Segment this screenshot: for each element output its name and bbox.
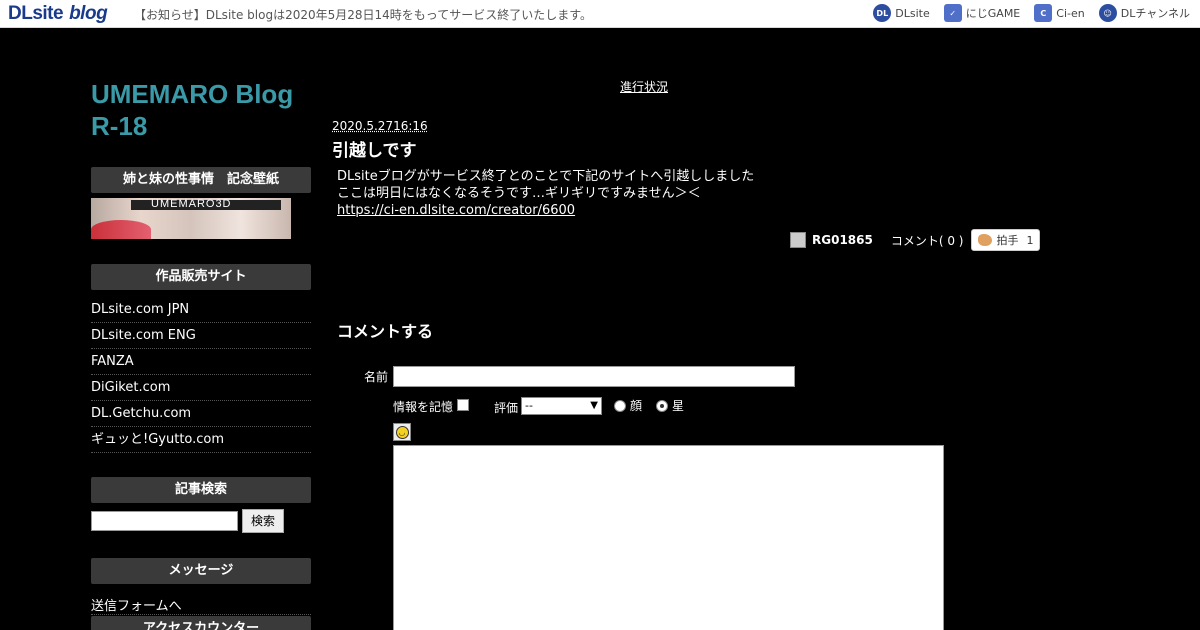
wallpaper-heading: 姉と妹の性事情 記念壁紙 [91,167,311,193]
top-links: DL DLsite ✓ にじGAME C Ci-en ☺ DLチャンネル [873,4,1190,22]
service-notice: 【お知らせ】DLsite blogは2020年5月28日14時をもってサービス終… [134,8,592,22]
clap-button[interactable]: 拍手 1 [971,229,1041,251]
sales-heading: 作品販売サイト [91,264,311,290]
post-line-2: ここは明日にはなくなるそうです…ギリギリですみません＞＜ [337,186,701,201]
nijigame-icon: ✓ [943,4,962,22]
logo-dlsite-text: DLsite [8,3,64,24]
search-button[interactable]: 検索 [242,509,284,533]
remember-checkbox[interactable] [457,398,470,411]
name-label: 名前 [364,370,389,384]
status-link[interactable]: 進行状況 [620,78,668,95]
dlsite-blog-logo[interactable]: DLsite blog [8,3,108,25]
radio-star[interactable] [656,399,669,412]
banner-figure [91,220,151,239]
rating-type: 顔 星 [614,397,684,414]
comment-count[interactable]: コメント( 0 ) [891,232,964,249]
smiley-icon: ◡ [395,425,409,439]
blog-title[interactable]: UMEMARO Blog R-18 [91,78,321,142]
cien-icon: C [1034,4,1053,22]
message-heading: メッセージ [91,558,311,584]
banner-text: UMEMARO3D [151,198,232,210]
message-form-link[interactable]: 送信フォームへ [91,595,311,615]
sales-link-fanza[interactable]: FANZA [91,349,311,375]
dlchannel-icon: ☺ [1098,4,1117,22]
search-heading: 記事検索 [91,477,311,503]
sales-links: DLsite.com JPN DLsite.com ENG FANZA DiGi… [91,297,311,453]
post-author[interactable]: RG01865 [812,233,873,247]
post-title: 引越しです [332,141,417,161]
search-input[interactable] [91,511,238,531]
name-input[interactable] [393,366,795,387]
toplink-cien[interactable]: C Ci-en [1034,4,1085,22]
comment-heading: コメントする [337,322,434,341]
sales-link-gyutto[interactable]: ギュッと!Gyutto.com [91,427,311,453]
logo-blog-text: blog [69,3,108,24]
sales-link-dlsite-jpn[interactable]: DLsite.com JPN [91,297,311,323]
counter-heading: アクセスカウンター [91,616,311,630]
top-bar: DLsite blog 【お知らせ】DLsite blogは2020年5月28日… [0,0,1200,28]
sales-link-dlsite-eng[interactable]: DLsite.com ENG [91,323,311,349]
rating-select[interactable]: -- [521,397,602,415]
comment-textarea[interactable] [393,445,944,630]
dlsite-icon: DL [873,4,892,22]
toplink-nijigame[interactable]: ✓ にじGAME [943,4,1020,22]
rating-label: 評価 [494,401,519,415]
emoticon-button[interactable]: ◡ [393,423,411,441]
post-body: DLsiteブログがサービス終了とのことで下記のサイトへ引越ししました ここは明… [337,168,754,219]
toplink-dlchannel[interactable]: ☺ DLチャンネル [1098,4,1190,22]
sales-link-digiket[interactable]: DiGiket.com [91,375,311,401]
author-avatar [790,232,806,248]
wallpaper-banner[interactable]: UMEMARO3D [91,198,291,239]
post-date[interactable]: 2020.5.2716:16 [332,119,428,133]
post-line-1: DLsiteブログがサービス終了とのことで下記のサイトへ引越ししました [337,169,755,184]
clap-icon [978,234,993,246]
radio-face[interactable] [614,399,626,412]
toplink-dlsite[interactable]: DL DLsite [873,4,930,22]
remember-info: 情報を記憶 [393,398,470,415]
post-link[interactable]: https://ci-en.dlsite.com/creator/6600 [337,203,575,218]
post-meta: RG01865 コメント( 0 ) 拍手 1 [790,229,1041,251]
sales-link-getchu[interactable]: DL.Getchu.com [91,401,311,427]
